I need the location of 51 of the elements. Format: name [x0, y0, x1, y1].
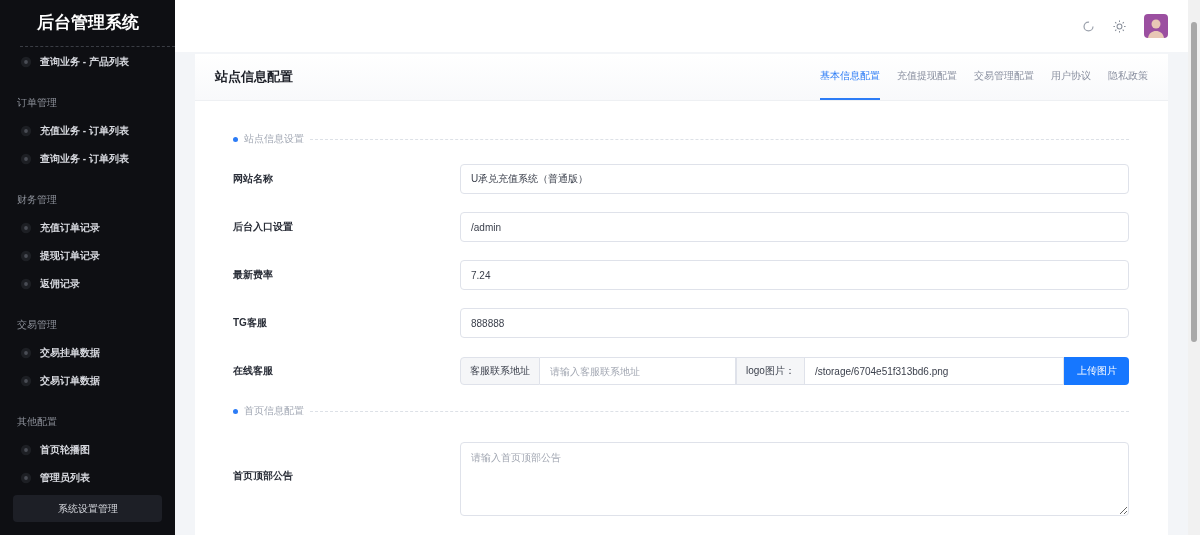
menu-group-heading: 交易管理 [17, 318, 58, 332]
sidebar-item[interactable]: 交易挂单数据 [17, 339, 175, 367]
field-label: 后台入口设置 [233, 220, 294, 234]
sidebar-item[interactable]: 查询业务 - 产品列表 [17, 48, 175, 76]
circle-icon [20, 278, 32, 290]
avatar-icon[interactable] [1144, 14, 1168, 38]
field-label: 在线客服 [233, 364, 274, 378]
loading-icon[interactable] [1082, 19, 1095, 33]
circle-icon [20, 250, 32, 262]
section-title: 站点信息设置 [244, 132, 304, 146]
circle-icon [20, 375, 32, 387]
sun-icon[interactable] [1113, 19, 1126, 33]
circle-icon [20, 56, 32, 68]
scrollbar[interactable] [1188, 0, 1200, 535]
input-prefix: 客服联系地址 [460, 357, 540, 385]
upload-button[interactable]: 上传图片 [1064, 357, 1129, 385]
input-field[interactable]: 888888 [460, 308, 1129, 338]
sidebar-item[interactable]: 首页轮播图 [17, 436, 175, 464]
sidebar-item[interactable]: 返佣记录 [17, 270, 175, 298]
input-field[interactable]: U承兑充值系统（普通版） [460, 164, 1129, 194]
menu-group-heading: 财务管理 [17, 193, 58, 207]
circle-icon [20, 347, 32, 359]
sidebar-item[interactable]: 交易订单数据 [17, 367, 175, 395]
bullet-icon [233, 408, 238, 414]
field-label: 首页顶部公告 [233, 469, 294, 483]
card-title: 站点信息配置 [215, 68, 293, 86]
sidebar-item[interactable]: 管理员列表 [17, 464, 175, 492]
bullet-icon [233, 136, 238, 142]
input-field[interactable]: 请输入客服联系地址 [540, 357, 736, 385]
circle-icon [20, 125, 32, 137]
circle-icon [20, 153, 32, 165]
circle-icon [20, 444, 32, 456]
input-field[interactable]: /storage/6704e51f313bd6.png [804, 357, 1064, 385]
circle-icon [20, 222, 32, 234]
textarea-field[interactable]: 请输入首页顶部公告 [460, 442, 1129, 516]
sidebar-item[interactable]: 查询业务 - 订单列表 [17, 145, 175, 173]
field-label: 网站名称 [233, 172, 274, 186]
field-label: TG客服 [233, 316, 268, 330]
section-title: 首页信息配置 [244, 404, 304, 418]
input-field[interactable]: 7.24 [460, 260, 1129, 290]
system-settings-button[interactable]: 系统设置管理 [13, 495, 162, 522]
tab[interactable]: 基本信息配置 [820, 54, 880, 100]
circle-icon [20, 472, 32, 484]
field-label: 最新费率 [233, 268, 274, 282]
input-prefix: logo图片： [736, 357, 805, 385]
sidebar-item[interactable]: 充值业务 - 订单列表 [17, 117, 175, 145]
sidebar-item[interactable]: 充值订单记录 [17, 214, 175, 242]
menu-group-heading: 订单管理 [17, 96, 58, 110]
input-field[interactable]: /admin [460, 212, 1129, 242]
sidebar-item[interactable]: 提现订单记录 [17, 242, 175, 270]
menu-group-heading: 其他配置 [17, 415, 58, 429]
